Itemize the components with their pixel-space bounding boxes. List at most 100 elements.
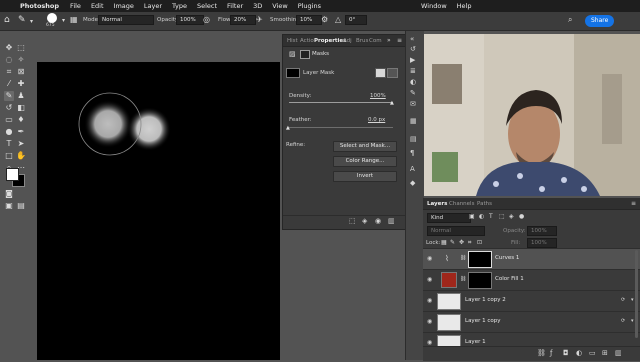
filter-adjustment-icon[interactable]: ◐ [479,213,484,220]
tab-history[interactable]: Hist [287,38,298,44]
mode-select[interactable]: Normal [98,15,154,25]
trash-icon[interactable]: ▥ [388,217,395,225]
type-tool-icon[interactable]: T [4,139,14,149]
move-tool-icon[interactable]: ✥ [4,43,14,53]
layer-filter-select[interactable]: Kind [427,213,471,223]
pressure-opacity-icon[interactable]: ◎ [203,15,210,24]
menu-help[interactable]: Help [457,2,472,10]
density-slider-track[interactable] [289,102,393,103]
feather-slider-track[interactable] [289,127,393,128]
path-select-icon[interactable]: ➤ [16,139,26,149]
menu-3d[interactable]: 3D [253,2,262,10]
tab-comments[interactable]: Com [369,38,382,44]
layer-opacity-field[interactable]: 100% [527,226,557,236]
frame-tool-icon[interactable]: ⊠ [16,67,26,77]
visibility-eye-icon[interactable]: ◉ [427,255,432,262]
layer-name[interactable]: Layer 1 [465,339,486,345]
filter-pixel-icon[interactable]: ▣ [469,213,475,220]
menu-edit[interactable]: Edit [91,2,104,10]
menu-filter[interactable]: Filter [227,2,243,10]
lock-image-icon[interactable]: ✎ [450,239,455,246]
stamp-tool-icon[interactable]: ♟ [16,91,26,101]
comments-panel-icon[interactable]: ✉ [410,100,416,108]
tab-paths[interactable]: Paths [477,201,492,207]
history-brush-icon[interactable]: ↺ [4,103,14,113]
pixel-mask-icon[interactable]: ▨ [289,50,296,58]
adjustment-layer-icon[interactable]: ◐ [576,349,582,357]
brush-preview[interactable] [47,13,57,23]
brush-tool-icon[interactable]: ✎ [4,91,14,101]
visibility-eye-icon[interactable]: ◉ [427,318,432,325]
glyphs-panel-icon[interactable]: ◆ [410,179,415,187]
layer-name[interactable]: Layer 1 copy [465,318,500,324]
mask-mode-icon[interactable] [300,50,310,59]
menu-plugins[interactable]: Plugins [298,2,321,10]
pixel-mask-select-icon[interactable] [375,68,386,78]
density-value[interactable]: 100% [370,93,386,99]
mask-link-icon[interactable]: ⛓ [460,255,466,261]
dock-collapse-icon[interactable]: « [410,35,414,43]
dodge-tool-icon[interactable]: ● [4,127,14,137]
angle-field[interactable]: 0° [345,15,367,25]
hand-tool-icon[interactable]: ✋ [16,151,26,161]
lock-position-icon[interactable]: ✥ [459,239,464,246]
lasso-tool-icon[interactable]: ◌ [4,55,14,65]
trash-icon[interactable]: ▥ [615,349,622,357]
blend-mode-select[interactable]: Normal [427,226,485,236]
brush-tool-icon[interactable]: ✎ [18,15,26,25]
menu-file[interactable]: File [70,2,81,10]
select-and-mask-button[interactable]: Select and Mask... [333,141,397,152]
visibility-icon[interactable]: ◉ [375,217,381,225]
tab-brushes[interactable]: Brus [356,38,368,44]
panel-collapse-icon[interactable]: » [387,37,391,44]
history-panel-icon[interactable]: ↺ [410,45,416,53]
color-fill-swatch[interactable] [441,272,457,288]
load-selection-icon[interactable]: ⬚ [349,217,356,225]
brushes-panel-icon[interactable]: ✎ [410,89,416,97]
eraser-tool-icon[interactable]: ◧ [16,103,26,113]
fx-icon[interactable]: ƒ [550,349,552,357]
shape-tool-icon[interactable]: □ [4,151,14,161]
layer-row-layer1-copy[interactable]: ◉ Layer 1 copy ⟳ ▾ [423,311,640,332]
invert-button[interactable]: Invert [333,171,397,182]
lock-all-icon[interactable]: ⊡ [477,239,482,246]
home-icon[interactable]: ⌂ [4,15,10,25]
visibility-eye-icon[interactable]: ◉ [427,339,432,346]
layer-row-layer1-copy2[interactable]: ◉ Layer 1 copy 2 ⟳ ▾ [423,290,640,311]
visibility-eye-icon[interactable]: ◉ [427,297,432,304]
screen-mode-icon[interactable]: ▣ [4,201,14,211]
layer-mask-thumbnail[interactable] [468,272,492,289]
layers-menu-icon[interactable]: ≡ [631,200,636,207]
marquee-tool-icon[interactable]: ⬚ [16,43,26,53]
layer-mask-thumbnail[interactable] [468,251,492,268]
swatches-panel-icon[interactable]: ▦ [410,117,417,125]
share-button[interactable]: Share [585,15,615,27]
layer-name[interactable]: Layer 1 copy 2 [465,297,506,303]
mask-link-icon[interactable]: ⛓ [460,276,466,282]
pen-tool-icon[interactable]: ✒ [16,127,26,137]
lock-transparent-icon[interactable]: ▦ [441,239,447,246]
properties-panel-icon[interactable]: ≣ [410,67,416,75]
layer-style-icon[interactable]: ⟳ [621,297,625,303]
tab-properties[interactable]: Properties [314,38,346,44]
smoothing-settings-icon[interactable]: ⚙ [321,15,328,24]
layer-thumbnail[interactable] [437,293,461,310]
angle-icon[interactable]: △ [335,15,341,24]
airbrush-icon[interactable]: ✈ [256,15,263,24]
lock-artboard-icon[interactable]: ⌗ [468,239,471,247]
actions-panel-icon[interactable]: ▶ [410,56,415,64]
menu-select[interactable]: Select [197,2,217,10]
filter-type-icon[interactable]: T [489,213,493,220]
menu-type[interactable]: Type [172,2,187,10]
menu-window[interactable]: Window [421,2,447,10]
document-canvas[interactable] [37,62,280,360]
vector-mask-add-icon[interactable] [387,68,398,78]
tab-layers[interactable]: Layers [427,201,447,207]
layer-name[interactable]: Color Fill 1 [495,276,524,282]
tab-actions[interactable]: Actio [300,38,314,44]
foreground-color-swatch[interactable] [6,168,19,181]
crop-tool-icon[interactable]: ⌗ [4,67,14,77]
blur-tool-icon[interactable]: ♦ [16,115,26,125]
filter-toggle-icon[interactable]: ● [519,213,524,220]
character-panel-icon[interactable]: A [410,165,415,173]
